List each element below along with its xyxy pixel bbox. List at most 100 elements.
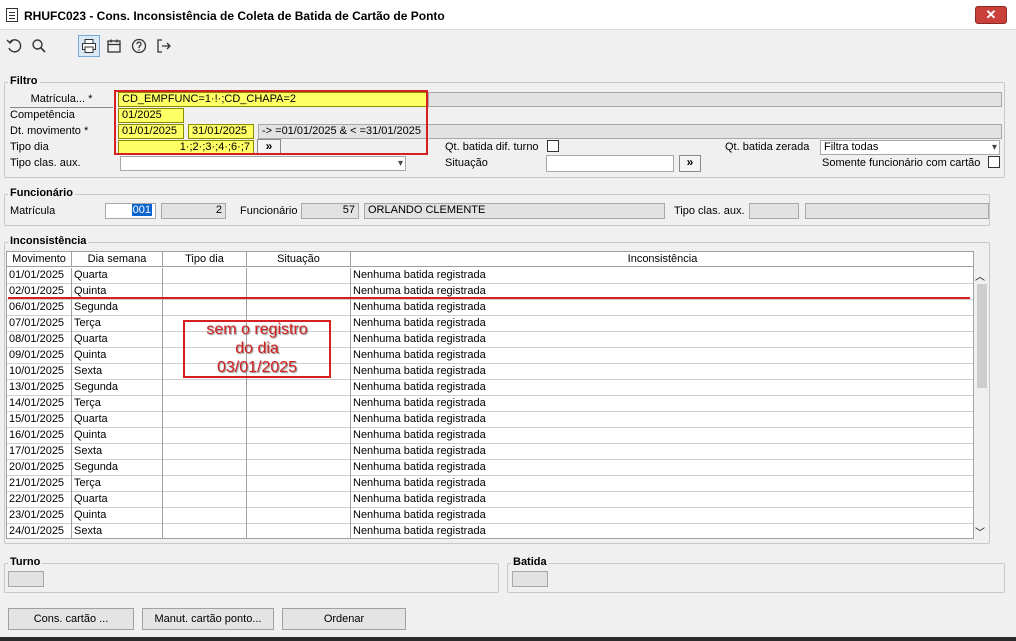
cell-situacao — [247, 444, 351, 460]
cell-tipo-dia — [163, 444, 247, 460]
table-row[interactable]: 15/01/2025 Quarta Nenhuma batida registrad… — [7, 412, 973, 428]
funcionario-code-field: 57 — [301, 203, 359, 219]
inconsistencia-title: Inconsistência — [8, 235, 89, 247]
table-row[interactable]: 23/01/2025 Quinta Nenhuma batida registrad… — [7, 508, 973, 524]
table-row[interactable]: 16/01/2025 Quinta Nenhuma batida registrad… — [7, 428, 973, 444]
exit-icon[interactable] — [153, 35, 175, 57]
tipo-dia-label: Tipo dia — [10, 141, 49, 153]
cell-situacao — [247, 268, 351, 284]
annotation-line-1: sem o registro — [206, 321, 308, 338]
scroll-up-icon[interactable]: ︿ — [975, 268, 985, 283]
print-icon[interactable] — [78, 35, 100, 57]
cell-inconsistencia: Nenhuma batida registrada — [351, 428, 973, 444]
table-row[interactable]: 17/01/2025 Sexta Nenhuma batida registrada — [7, 444, 973, 460]
somente-cartao-checkbox[interactable] — [988, 156, 1000, 168]
cell-tipo-dia — [163, 428, 247, 444]
cell-movimento: 15/01/2025 — [7, 412, 72, 428]
cell-dia-semana: Quinta — [72, 508, 163, 524]
matricula-filter-label[interactable]: Matrícula... * — [10, 93, 113, 108]
cell-inconsistencia: Nenhuma batida registrada — [351, 524, 973, 538]
cell-inconsistencia: Nenhuma batida registrada — [351, 412, 973, 428]
cell-movimento: 01/01/2025 — [7, 268, 72, 284]
cell-dia-semana: Quarta — [72, 332, 163, 348]
cell-inconsistencia: Nenhuma batida registrada — [351, 396, 973, 412]
table-row[interactable]: 06/01/2025 Segunda Nenhuma batida registra… — [7, 300, 973, 316]
qt-batida-zerada-label: Qt. batida zerada — [725, 141, 810, 153]
funcionario-tipo-clas-label: Tipo clas. aux. — [674, 205, 745, 217]
cell-movimento: 14/01/2025 — [7, 396, 72, 412]
cell-movimento: 17/01/2025 — [7, 444, 72, 460]
help-icon[interactable] — [128, 35, 150, 57]
cons-cartao-button[interactable]: Cons. cartão ... — [8, 608, 134, 630]
toolbar — [0, 30, 1016, 60]
cell-dia-semana: Quarta — [72, 268, 163, 284]
cell-inconsistencia: Nenhuma batida registrada — [351, 300, 973, 316]
table-row[interactable]: 21/01/2025 Terça Nenhuma batida registrada — [7, 476, 973, 492]
situacao-lookup-button[interactable]: » — [679, 155, 701, 172]
table-row[interactable]: 24/01/2025 Sexta Nenhuma batida registrada — [7, 524, 973, 538]
batida-group — [507, 563, 1005, 593]
dt-movimento-label: Dt. movimento * — [10, 125, 89, 137]
cell-dia-semana: Terça — [72, 476, 163, 492]
qt-batida-zerada-value: Filtra todas — [824, 141, 879, 153]
table-row[interactable]: 14/01/2025 Terça Nenhuma batida registrada — [7, 396, 973, 412]
close-button[interactable]: ✕ — [975, 6, 1007, 24]
tipo-clas-aux-combo[interactable]: ▾ — [120, 156, 406, 171]
cell-inconsistencia: Nenhuma batida registrada — [351, 476, 973, 492]
cell-situacao — [247, 508, 351, 524]
qt-batida-dif-checkbox[interactable] — [547, 140, 559, 152]
funcionario-label: Funcionário — [240, 205, 298, 217]
cell-movimento: 20/01/2025 — [7, 460, 72, 476]
cell-tipo-dia — [163, 508, 247, 524]
col-movimento[interactable]: Movimento — [7, 252, 72, 267]
table-row[interactable]: 22/01/2025 Quarta Nenhuma batida registrad… — [7, 492, 973, 508]
cell-inconsistencia: Nenhuma batida registrada — [351, 268, 973, 284]
cell-dia-semana: Segunda — [72, 460, 163, 476]
annotation-line-3: 03/01/2025 — [216, 359, 298, 376]
cell-situacao — [247, 428, 351, 444]
cell-movimento: 24/01/2025 — [7, 524, 72, 538]
table-scroll-thumb[interactable] — [977, 284, 987, 388]
cell-movimento: 10/01/2025 — [7, 364, 72, 380]
scroll-down-icon[interactable]: ﹀ — [975, 524, 985, 539]
cell-movimento: 13/01/2025 — [7, 380, 72, 396]
cell-inconsistencia: Nenhuma batida registrada — [351, 348, 973, 364]
cell-inconsistencia: Nenhuma batida registrada — [351, 380, 973, 396]
cell-inconsistencia: Nenhuma batida registrada — [351, 492, 973, 508]
table-row[interactable]: 13/01/2025 Segunda Nenhuma batida registra… — [7, 380, 973, 396]
cell-dia-semana: Quarta — [72, 412, 163, 428]
cell-tipo-dia — [163, 412, 247, 428]
cell-tipo-dia — [163, 460, 247, 476]
manut-cartao-ponto-button[interactable]: Manut. cartão ponto... — [142, 608, 274, 630]
cell-movimento: 06/01/2025 — [7, 300, 72, 316]
qt-batida-zerada-combo[interactable]: Filtra todas ▾ — [820, 140, 1000, 155]
funcionario-title: Funcionário — [8, 187, 75, 199]
col-tipo-dia[interactable]: Tipo dia — [163, 252, 247, 267]
col-dia-semana[interactable]: Dia semana — [72, 252, 163, 267]
undo-icon[interactable] — [3, 35, 25, 57]
cell-tipo-dia — [163, 268, 247, 284]
col-inconsistencia[interactable]: Inconsistência — [351, 252, 973, 267]
filtro-title: Filtro — [8, 75, 40, 87]
situacao-field[interactable] — [546, 155, 674, 172]
table-row[interactable]: 09/01/2025 Quinta Nenhuma batida registrad… — [7, 348, 973, 364]
cell-inconsistencia: Nenhuma batida registrada — [351, 332, 973, 348]
funcionario-tipo-clas-desc — [805, 203, 989, 219]
search-icon[interactable] — [28, 35, 50, 57]
table-row[interactable]: 07/01/2025 Terça Nenhuma batida registrada — [7, 316, 973, 332]
cell-movimento: 09/01/2025 — [7, 348, 72, 364]
funcionario-name-field: ORLANDO CLEMENTE — [364, 203, 665, 219]
col-situacao[interactable]: Situação — [247, 252, 351, 267]
calendar-icon[interactable] — [103, 35, 125, 57]
matricula-filter-extension — [428, 92, 1002, 107]
funcionario-matricula-field[interactable]: 001 — [105, 203, 156, 219]
cell-tipo-dia — [163, 524, 247, 538]
table-row[interactable]: 08/01/2025 Quarta Nenhuma batida registrad… — [7, 332, 973, 348]
table-row[interactable]: 01/01/2025 Quarta Nenhuma batida registrad… — [7, 268, 973, 284]
table-row[interactable]: 10/01/2025 Sexta Nenhuma batida registrada — [7, 364, 973, 380]
inconsistencia-table[interactable]: Movimento Dia semana Tipo dia Situação I… — [6, 251, 974, 539]
cell-dia-semana: Sexta — [72, 524, 163, 538]
table-row[interactable]: 20/01/2025 Segunda Nenhuma batida registra… — [7, 460, 973, 476]
ordenar-button[interactable]: Ordenar — [282, 608, 406, 630]
cell-situacao — [247, 412, 351, 428]
